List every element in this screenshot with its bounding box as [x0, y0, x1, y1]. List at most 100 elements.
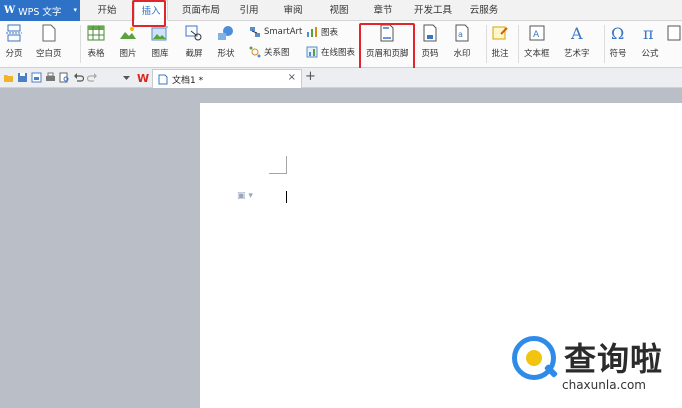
tab-review[interactable]: 审阅 — [276, 0, 310, 21]
word-art-label: 艺术字 — [564, 49, 590, 59]
online-chart-label: 在线图表 — [321, 47, 356, 58]
document-tab-title: 文档1 * — [172, 75, 204, 86]
picture-icon — [118, 23, 138, 43]
paragraph-handle-icon[interactable]: ▣ ▾ — [237, 191, 253, 201]
page-break-label: 分页 — [5, 49, 23, 59]
insert-ribbon: 分页 空白页 表格 图片 图库 截屏 形状 SmartArt 关系图 图表 在线… — [0, 21, 682, 68]
quick-access-toolbar: W 文档1 * × + — [0, 68, 682, 88]
bar-chart-icon — [305, 25, 318, 38]
table-button[interactable]: 表格 — [86, 23, 106, 59]
open-folder-icon[interactable] — [3, 72, 14, 83]
gallery-button[interactable]: 图库 — [150, 23, 170, 59]
shapes-button[interactable]: 形状 — [216, 23, 236, 59]
wps-w-icon[interactable]: W — [137, 72, 150, 83]
watermark-title: 查询啦 — [564, 340, 664, 378]
site-watermark: 查询啦 chaxunla.com — [508, 332, 678, 402]
blank-page-button[interactable]: 空白页 — [36, 23, 62, 59]
picture-button[interactable]: 图片 — [118, 23, 138, 59]
smartart-label: SmartArt — [264, 26, 303, 37]
screenshot-button[interactable]: 截屏 — [184, 23, 204, 59]
print-preview-icon[interactable] — [59, 72, 70, 83]
relation-chart-icon — [248, 45, 261, 58]
page-break-icon — [4, 23, 24, 43]
ribbon-divider — [518, 25, 519, 63]
shapes-icon — [216, 23, 236, 43]
app-name: WPS 文字 — [18, 6, 62, 18]
online-chart-icon — [305, 45, 318, 58]
print-icon[interactable] — [45, 72, 56, 83]
blank-page-icon — [39, 23, 59, 43]
symbol-label: 符号 — [609, 49, 627, 59]
save-icon[interactable] — [17, 72, 28, 83]
comment-label: 批注 — [491, 49, 509, 59]
picture-label: 图片 — [119, 49, 137, 59]
page-break-button[interactable]: 分页 — [4, 23, 24, 59]
gallery-icon — [150, 23, 170, 43]
page-number-icon — [420, 23, 440, 43]
online-chart-button[interactable]: 在线图表 — [305, 45, 355, 58]
more-icon — [664, 23, 682, 43]
smartart-icon — [248, 25, 261, 38]
undo-icon[interactable] — [73, 72, 84, 83]
comment-icon — [490, 23, 510, 43]
word-art-button[interactable]: A 艺术字 — [564, 23, 590, 59]
relation-chart-label: 关系图 — [264, 47, 290, 58]
text-box-button[interactable]: A 文本框 — [524, 23, 550, 59]
page-number-button[interactable]: 页码 — [420, 23, 440, 59]
new-tab-icon[interactable]: + — [305, 70, 316, 84]
tab-references[interactable]: 引用 — [232, 0, 266, 21]
document-icon — [158, 74, 168, 84]
document-tab[interactable]: 文档1 * × — [152, 69, 302, 88]
ribbon-divider — [360, 25, 361, 63]
word-art-icon: A — [567, 23, 587, 43]
toolbar-dropdown-icon[interactable] — [121, 72, 132, 83]
tab-page-layout[interactable]: 页面布局 — [176, 0, 226, 21]
save-as-icon[interactable] — [31, 72, 42, 83]
omega-icon: Ω — [608, 23, 628, 43]
smartart-button[interactable]: SmartArt — [248, 25, 302, 38]
text-box-label: 文本框 — [524, 49, 550, 59]
tab-chapters[interactable]: 章节 — [366, 0, 400, 21]
comment-button[interactable]: 批注 — [490, 23, 510, 59]
redo-icon[interactable] — [87, 72, 98, 83]
symbol-button[interactable]: Ω 符号 — [608, 23, 628, 59]
formula-label: 公式 — [641, 49, 659, 59]
scissors-icon — [184, 23, 204, 43]
shapes-label: 形状 — [217, 49, 235, 59]
wps-writer-window: W WPS 文字 ▾ 开始 插入 页面布局 引用 审阅 视图 章节 开发工具 云… — [0, 0, 682, 408]
ribbon-divider — [80, 25, 81, 63]
watermark-button[interactable]: a 水印 — [452, 23, 472, 59]
chart-button[interactable]: 图表 — [305, 25, 338, 38]
ribbon-divider — [486, 25, 487, 63]
watermark-url: chaxunla.com — [562, 378, 646, 392]
tab-insert[interactable]: 插入 — [134, 0, 168, 21]
wps-logo-icon: W — [4, 5, 16, 16]
pi-icon: π — [640, 23, 660, 43]
watermark-icon: a — [452, 23, 472, 43]
chart-label: 图表 — [321, 27, 339, 38]
chevron-down-icon: ▾ — [73, 6, 77, 14]
margin-corner-mark — [269, 156, 287, 174]
gallery-label: 图库 — [151, 49, 169, 59]
svg-text:a: a — [458, 30, 463, 39]
tab-cloud[interactable]: 云服务 — [462, 0, 506, 21]
ribbon-more-button[interactable] — [664, 23, 682, 43]
text-box-icon: A — [527, 23, 547, 43]
tab-developer[interactable]: 开发工具 — [408, 0, 458, 21]
tab-view[interactable]: 视图 — [322, 0, 356, 21]
app-menu-button[interactable]: W WPS 文字 ▾ — [0, 0, 80, 21]
formula-button[interactable]: π 公式 — [640, 23, 660, 59]
page-number-label: 页码 — [421, 49, 439, 59]
svg-text:π: π — [643, 24, 654, 42]
svg-text:Ω: Ω — [611, 24, 624, 42]
table-icon — [86, 23, 106, 43]
ribbon-divider — [604, 25, 605, 63]
header-footer-icon — [377, 23, 397, 43]
tab-home[interactable]: 开始 — [88, 0, 126, 21]
svg-text:A: A — [570, 24, 583, 42]
text-cursor — [286, 191, 287, 203]
header-footer-button[interactable]: 页眉和页脚 — [366, 23, 409, 59]
header-footer-label: 页眉和页脚 — [366, 49, 409, 59]
relation-chart-button[interactable]: 关系图 — [248, 45, 290, 58]
close-icon[interactable]: × — [288, 72, 296, 83]
